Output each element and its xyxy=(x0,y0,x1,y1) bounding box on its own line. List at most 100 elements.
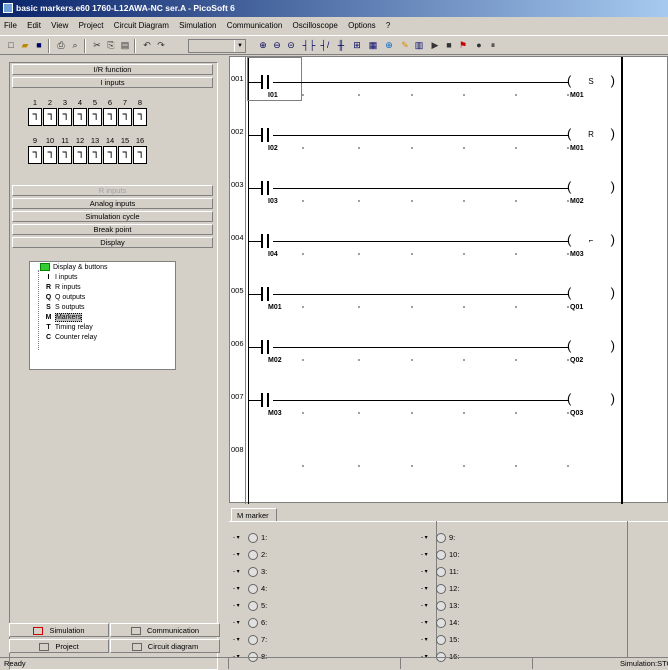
marker-dropdown[interactable]: - ▾ xyxy=(421,533,433,543)
input-switch-12[interactable]: ⅂ xyxy=(73,146,87,164)
menu-communication[interactable]: Communication xyxy=(223,17,287,34)
marker-dropdown[interactable]: - ▾ xyxy=(233,584,245,594)
marker-dropdown[interactable]: - ▾ xyxy=(421,550,433,560)
coil-icon[interactable]: ┤/ xyxy=(318,39,332,52)
analog-inputs-button[interactable]: Analog inputs xyxy=(12,198,213,209)
simulation-cycle-button[interactable]: Simulation cycle xyxy=(12,211,213,222)
contact-symbol[interactable] xyxy=(261,128,269,142)
menu-file[interactable]: File xyxy=(0,17,21,34)
tab-simulation[interactable]: Simulation xyxy=(9,623,109,637)
coil-symbol[interactable]: (S) xyxy=(567,74,615,90)
contact-icon[interactable]: ┤├ xyxy=(302,39,316,52)
undo-icon[interactable]: ↶ xyxy=(140,39,154,52)
r-inputs-button[interactable]: R inputs xyxy=(12,185,213,196)
coil-symbol[interactable]: (R) xyxy=(567,127,615,143)
tab-communication[interactable]: Communication xyxy=(110,623,220,637)
menu-project[interactable]: Project xyxy=(75,17,108,34)
input-switch-1[interactable]: ⅂ xyxy=(28,108,42,126)
marker-dropdown[interactable]: - ▾ xyxy=(233,635,245,645)
save-icon[interactable]: ■ xyxy=(32,39,46,52)
table-icon[interactable]: ✎ xyxy=(398,39,412,52)
menu-simulation[interactable]: Simulation xyxy=(175,17,220,34)
marker-dropdown[interactable]: - ▾ xyxy=(233,533,245,543)
marker-dropdown[interactable]: - ▾ xyxy=(421,601,433,611)
tab-project[interactable]: Project xyxy=(9,639,109,653)
run-icon[interactable]: ▶ xyxy=(428,39,442,52)
redo-icon[interactable]: ↷ xyxy=(154,39,168,52)
coil-symbol[interactable]: () xyxy=(567,180,615,196)
marker-dropdown[interactable]: - ▾ xyxy=(421,567,433,577)
marker-dropdown[interactable]: - ▾ xyxy=(421,584,433,594)
tree-item-display-buttons[interactable]: Display & buttons xyxy=(40,263,107,273)
marker-dropdown[interactable]: - ▾ xyxy=(233,550,245,560)
marker-dropdown[interactable]: - ▾ xyxy=(421,635,433,645)
open-icon[interactable]: ▰ xyxy=(18,39,32,52)
input-switch-7[interactable]: ⅂ xyxy=(118,108,132,126)
input-switch-16[interactable]: ⅂ xyxy=(133,146,147,164)
paste-icon[interactable]: ▤ xyxy=(118,39,132,52)
coil-symbol[interactable]: () xyxy=(567,286,615,302)
input-switch-2[interactable]: ⅂ xyxy=(43,108,57,126)
marker-dropdown[interactable]: - ▾ xyxy=(233,601,245,611)
coil-symbol[interactable]: () xyxy=(567,339,615,355)
marker-dropdown[interactable]: - ▾ xyxy=(233,618,245,628)
ir-function-button[interactable]: I/R function xyxy=(12,64,213,75)
circuit-diagram[interactable]: 001 I01 (S) M01 002 I02 (R) M01 003 I03 () M02 004 I0… xyxy=(229,56,668,504)
menu-options[interactable]: Options xyxy=(344,17,380,34)
contact-symbol[interactable] xyxy=(261,393,269,407)
tree-item-markers[interactable]: M Markers xyxy=(44,313,83,323)
contact-symbol[interactable] xyxy=(261,340,269,354)
copy-icon[interactable]: ⎘ xyxy=(104,39,118,52)
contact-symbol[interactable] xyxy=(261,234,269,248)
coil-symbol[interactable]: (⌐) xyxy=(567,233,615,249)
input-switch-5[interactable]: ⅂ xyxy=(88,108,102,126)
marker-icon[interactable]: ⊕ xyxy=(382,39,396,52)
menu-edit[interactable]: Edit xyxy=(23,17,45,34)
print-icon[interactable]: ⎙ xyxy=(54,39,68,52)
zoom-in-icon[interactable]: ⊕ xyxy=(256,39,270,52)
input-switch-13[interactable]: ⅂ xyxy=(88,146,102,164)
cut-icon[interactable]: ✂ xyxy=(90,39,104,52)
tree-item-counter-relay[interactable]: C Counter relay xyxy=(44,333,97,343)
input-switch-9[interactable]: ⅂ xyxy=(28,146,42,164)
new-icon[interactable]: □ xyxy=(4,39,18,52)
input-switch-15[interactable]: ⅂ xyxy=(118,146,132,164)
tab-circuit-diagram[interactable]: Circuit diagram xyxy=(110,639,220,653)
junction-icon[interactable]: ╫ xyxy=(334,39,348,52)
marker-dropdown[interactable]: - ▾ xyxy=(421,618,433,628)
i-inputs-button[interactable]: I inputs xyxy=(12,77,213,88)
print-preview-icon[interactable]: ⌕ xyxy=(68,39,82,52)
input-switch-11[interactable]: ⅂ xyxy=(58,146,72,164)
input-switch-10[interactable]: ⅂ xyxy=(43,146,57,164)
contact-symbol[interactable] xyxy=(261,75,269,89)
toolbar-combo[interactable]: ▼ xyxy=(188,39,246,53)
menu-help[interactable]: ? xyxy=(382,17,394,34)
tree-item-q-outputs[interactable]: Q Q outputs xyxy=(44,293,86,303)
zoom-fit-icon[interactable]: ⊝ xyxy=(284,39,298,52)
input-switch-6[interactable]: ⅂ xyxy=(103,108,117,126)
input-switch-3[interactable]: ⅂ xyxy=(58,108,72,126)
tree-item-timing-relay[interactable]: T Timing relay xyxy=(44,323,92,333)
menu-view[interactable]: View xyxy=(47,17,72,34)
contact-symbol[interactable] xyxy=(261,287,269,301)
tree-item-s-outputs[interactable]: S S outputs xyxy=(44,303,84,313)
simulation-icon[interactable]: ⚑ xyxy=(456,39,470,52)
zoom-out-icon[interactable]: ⊖ xyxy=(270,39,284,52)
input-switch-14[interactable]: ⅂ xyxy=(103,146,117,164)
tree-item-r-inputs[interactable]: R R inputs xyxy=(44,283,81,293)
record-icon[interactable]: ● xyxy=(472,39,486,52)
marker-dropdown[interactable]: - ▾ xyxy=(233,567,245,577)
contact-symbol[interactable] xyxy=(261,181,269,195)
input-switch-4[interactable]: ⅂ xyxy=(73,108,87,126)
tree-item-i-inputs[interactable]: I I inputs xyxy=(44,273,78,283)
grid-icon[interactable]: ⊞ xyxy=(350,39,364,52)
input-switch-8[interactable]: ⅂ xyxy=(133,108,147,126)
menu-circuit-diagram[interactable]: Circuit Diagram xyxy=(110,17,173,34)
tab-m-marker[interactable]: M marker xyxy=(231,508,277,522)
menu-oscilloscope[interactable]: Oscilloscope xyxy=(289,17,342,34)
network-icon[interactable]: ▦ xyxy=(366,39,380,52)
display-button[interactable]: Display xyxy=(12,237,213,248)
stop-icon[interactable]: ■ xyxy=(442,39,456,52)
pause-icon[interactable]: ⏸ xyxy=(486,39,500,52)
coil-symbol[interactable]: () xyxy=(567,392,615,408)
